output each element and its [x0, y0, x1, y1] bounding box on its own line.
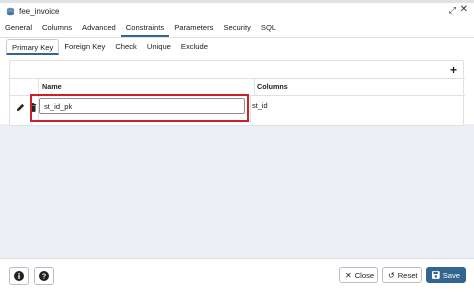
tab-check[interactable]: Check — [110, 39, 142, 54]
tab-foreign-key[interactable]: Foreign Key — [59, 39, 110, 54]
tab-general[interactable]: General — [0, 20, 37, 37]
reset-button[interactable]: ↺ Reset — [382, 267, 422, 283]
info-button[interactable] — [9, 267, 29, 285]
tab-advanced[interactable]: Advanced — [77, 20, 121, 37]
database-icon — [6, 7, 15, 16]
constraint-name-input[interactable] — [39, 98, 245, 114]
tab-unique[interactable]: Unique — [142, 39, 176, 54]
row-columns-cell[interactable]: st_id — [252, 95, 463, 123]
tab-security[interactable]: Security — [218, 20, 255, 37]
constraint-tabs: Primary Key Foreign Key Check Unique Exc… — [6, 39, 213, 55]
reset-button-label: Reset — [397, 270, 418, 280]
reset-icon: ↺ — [388, 270, 395, 280]
close-x-icon: ✕ — [345, 270, 352, 280]
tab-columns[interactable]: Columns — [37, 20, 77, 37]
tab-parameters[interactable]: Parameters — [169, 20, 218, 37]
close-button[interactable]: ✕ Close — [339, 267, 378, 283]
tab-sql[interactable]: SQL — [256, 20, 281, 37]
grid-header-columns: Columns — [255, 78, 465, 96]
tab-primary-key[interactable]: Primary Key — [6, 39, 60, 55]
row-columns-value: st_id — [252, 101, 268, 110]
close-button-label: Close — [354, 270, 375, 280]
main-tabs: General Columns Advanced Constraints Par… — [0, 20, 474, 38]
save-button-label: Save — [442, 270, 460, 280]
dialog-titlebar: fee_invoice ⤢ ✕ — [0, 3, 474, 20]
tab-exclude[interactable]: Exclude — [176, 39, 213, 54]
help-icon: ? — [39, 271, 49, 281]
edit-icon[interactable] — [16, 103, 25, 112]
help-button[interactable]: ? — [34, 267, 54, 285]
dialog-title: fee_invoice — [19, 7, 60, 16]
close-icon[interactable]: ✕ — [460, 4, 468, 15]
save-icon — [432, 271, 440, 279]
tab-constraints[interactable]: Constraints — [120, 20, 170, 37]
info-icon — [14, 271, 24, 281]
save-button[interactable]: Save — [426, 267, 466, 283]
svg-text:?: ? — [42, 274, 46, 281]
content-background — [0, 124, 474, 258]
add-icon[interactable]: + — [450, 63, 457, 77]
dialog-footer: ? ✕ Close ↺ Reset Save — [0, 258, 474, 292]
expand-icon[interactable]: ⤢ — [449, 5, 456, 16]
